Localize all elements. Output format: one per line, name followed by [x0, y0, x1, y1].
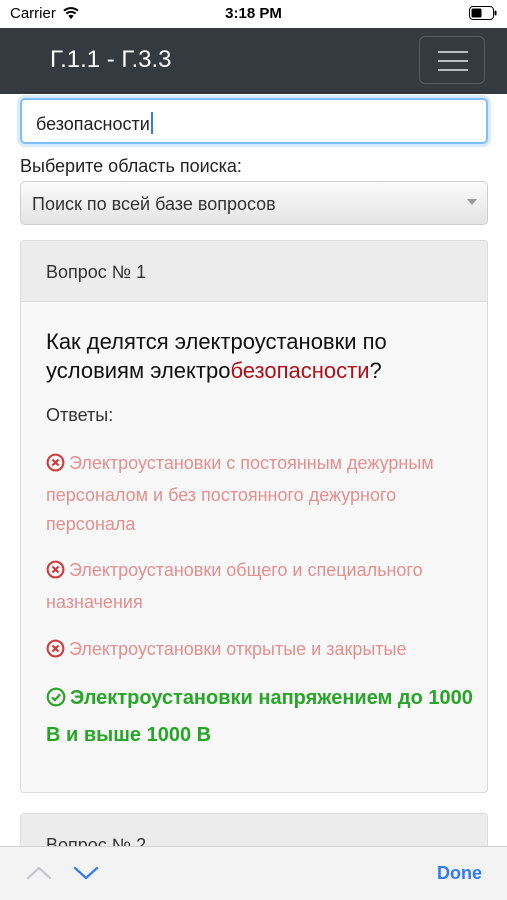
- answer-item: Электроустановки общего и специального н…: [46, 556, 476, 617]
- done-button[interactable]: Done: [437, 863, 482, 884]
- keyboard-accessory-bar: Done: [0, 846, 507, 900]
- menu-toggle-button[interactable]: [419, 36, 485, 84]
- search-area-label: Выберите область поиска:: [20, 156, 242, 176]
- search-highlight: безопасности: [230, 358, 370, 383]
- question-text: Как делятся электроустановки по условиям…: [46, 329, 387, 383]
- x-circle-icon: [46, 452, 65, 481]
- navbar-title[interactable]: Г.1.1 - Г.3.3: [50, 46, 172, 74]
- answer-item: Электроустановки открытые и закрытые: [46, 635, 476, 667]
- battery-icon: [469, 6, 497, 25]
- search-input-value: безопасности: [36, 114, 150, 134]
- answer-text: Электроустановки открытые и закрытые: [69, 639, 407, 659]
- question-card: Вопрос № 1 Как делятся электроустановки …: [20, 240, 488, 793]
- main-content[interactable]: безопасности Выберите область поиска: По…: [0, 94, 507, 846]
- question-card-header: Вопрос № 2: [21, 814, 487, 846]
- question-number: Вопрос № 1: [46, 262, 147, 282]
- text-cursor: [150, 112, 153, 134]
- navbar: Г.1.1 - Г.3.3: [0, 28, 507, 94]
- question-card: Вопрос № 2: [20, 813, 488, 846]
- chevron-down-icon[interactable]: [73, 865, 99, 886]
- answer-text: Электроустановки напряжением до 1000 В и…: [46, 687, 473, 746]
- check-circle-icon: [46, 684, 66, 718]
- answer-text: Электроустановки с постоянным дежурным п…: [46, 453, 434, 534]
- search-input[interactable]: безопасности: [20, 98, 488, 144]
- question-number: Вопрос № 2: [46, 835, 147, 846]
- hamburger-icon: [438, 60, 468, 62]
- answer-text: Электроустановки общего и специального н…: [46, 560, 423, 612]
- hamburger-icon: [438, 51, 468, 53]
- hamburger-icon: [438, 69, 468, 71]
- status-bar: Carrier 3:18 PM: [0, 0, 507, 28]
- chevron-up-icon[interactable]: [26, 865, 52, 886]
- question-card-header: Вопрос № 1: [21, 241, 487, 302]
- answer-item: Электроустановки с постоянным дежурным п…: [46, 449, 476, 539]
- correct-answer-item: Электроустановки напряжением до 1000 В и…: [46, 681, 476, 752]
- search-area-selected: Поиск по всей базе вопросов: [32, 194, 276, 214]
- chevron-down-icon: [467, 199, 477, 205]
- clock: 3:18 PM: [225, 5, 282, 22]
- search-area-select[interactable]: Поиск по всей базе вопросов: [20, 181, 488, 225]
- answers-label: Ответы:: [46, 405, 114, 425]
- x-circle-icon: [46, 638, 65, 667]
- x-circle-icon: [46, 559, 65, 588]
